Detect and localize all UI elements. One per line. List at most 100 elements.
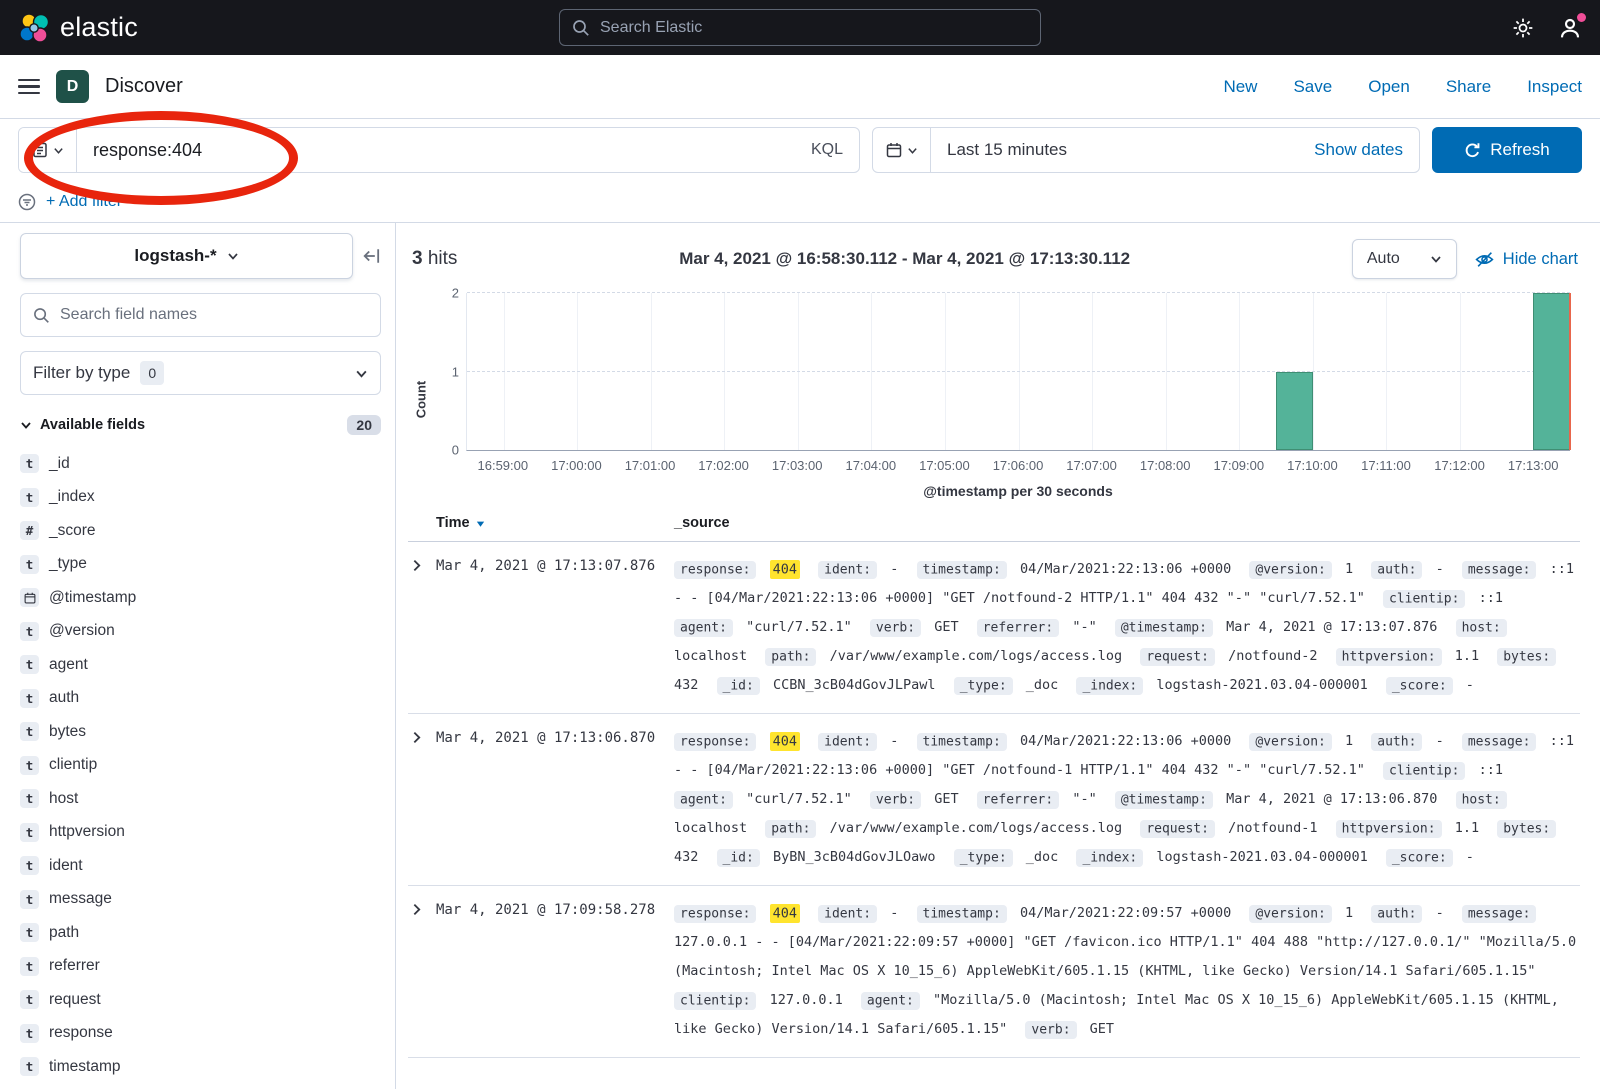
field-item-clientip[interactable]: tclientip [20, 749, 381, 783]
field-item-host[interactable]: thost [20, 782, 381, 816]
field-value: "-" [1072, 619, 1096, 635]
field-value: /var/www/example.com/logs/access.log [830, 648, 1123, 664]
global-search-input[interactable] [600, 19, 1028, 37]
field-name: path [49, 924, 79, 942]
share-button[interactable]: Share [1446, 77, 1491, 97]
interval-select[interactable]: Auto [1352, 239, 1457, 279]
field-item-timestamp[interactable]: ttimestamp [20, 1050, 381, 1084]
global-header: elastic [0, 0, 1600, 55]
inspect-button[interactable]: Inspect [1527, 77, 1582, 97]
query-input[interactable] [77, 140, 795, 161]
table-row: Mar 4, 2021 @ 17:13:07.876response: 404 … [408, 542, 1580, 714]
open-button[interactable]: Open [1368, 77, 1410, 97]
expand-row-icon[interactable] [408, 899, 436, 916]
field-key-chip: referrer: [977, 791, 1059, 809]
refresh-button[interactable]: Refresh [1432, 127, 1582, 173]
field-search-input[interactable] [60, 306, 368, 324]
field-key-chip: agent: [861, 992, 920, 1010]
expand-row-icon[interactable] [408, 727, 436, 744]
available-fields-header[interactable]: Available fields 20 [20, 415, 381, 435]
chevron-down-icon [227, 250, 239, 262]
query-language-button[interactable]: KQL [795, 141, 859, 159]
gridline [871, 293, 872, 450]
y-tick-label: 0 [433, 443, 459, 458]
x-tick-label: 17:00:00 [551, 458, 602, 473]
show-dates-link[interactable]: Show dates [1314, 140, 1419, 160]
refresh-icon [1464, 142, 1481, 159]
collapse-sidebar-icon[interactable] [363, 247, 381, 265]
field-item-_index[interactable]: t_index [20, 481, 381, 515]
add-filter-button[interactable]: + Add filter [46, 193, 122, 211]
top-nav-menu: New Save Open Share Inspect [1223, 77, 1582, 97]
field-item-response[interactable]: tresponse [20, 1017, 381, 1051]
eye-slash-icon [1475, 250, 1494, 269]
field-key-chip: timestamp: [917, 733, 1007, 751]
histogram-bar[interactable] [1276, 372, 1313, 451]
time-range-value[interactable]: Last 15 minutes [931, 140, 1067, 160]
field-item-agent[interactable]: tagent [20, 648, 381, 682]
field-key-chip: _index: [1076, 677, 1143, 695]
field-value: Mar 4, 2021 @ 17:13:06.870 [1226, 791, 1437, 807]
field-item-_score[interactable]: #_score [20, 514, 381, 548]
field-item-@timestamp[interactable]: @timestamp [20, 581, 381, 615]
field-item-httpversion[interactable]: thttpversion [20, 816, 381, 850]
field-key-chip: @version: [1249, 905, 1331, 923]
expand-row-icon[interactable] [408, 555, 436, 572]
field-item-@version[interactable]: t@version [20, 615, 381, 649]
x-tick-label: 17:10:00 [1287, 458, 1338, 473]
field-type-number-icon: # [20, 521, 39, 540]
user-avatar[interactable] [1558, 16, 1582, 40]
x-tick-label: 17:11:00 [1361, 458, 1411, 473]
field-item-_type[interactable]: t_type [20, 548, 381, 582]
field-item-message[interactable]: tmessage [20, 883, 381, 917]
field-key-chip: @timestamp: [1115, 791, 1213, 809]
field-value: 127.0.0.1 - - [04/Mar/2021:22:09:57 +000… [674, 934, 1576, 979]
save-button[interactable]: Save [1293, 77, 1332, 97]
field-item-ident[interactable]: tident [20, 849, 381, 883]
row-time: Mar 4, 2021 @ 17:09:58.278 [436, 899, 674, 918]
field-item-bytes[interactable]: tbytes [20, 715, 381, 749]
field-item-path[interactable]: tpath [20, 916, 381, 950]
field-item-auth[interactable]: tauth [20, 682, 381, 716]
x-axis-ticks: 16:59:0017:00:0017:01:0017:02:0017:03:00… [466, 451, 1570, 475]
saved-queries-button[interactable] [19, 128, 77, 172]
gridline [504, 293, 505, 450]
time-column-header[interactable]: Time [436, 515, 674, 531]
date-picker-calendar-button[interactable] [873, 128, 931, 172]
x-tick-label: 17:05:00 [919, 458, 970, 473]
field-value: localhost [674, 648, 747, 664]
settings-icon[interactable] [1512, 17, 1534, 39]
global-search[interactable] [559, 9, 1041, 46]
field-key-chip: _id: [717, 677, 760, 695]
gridline [1313, 293, 1314, 450]
hide-chart-button[interactable]: Hide chart [1475, 250, 1578, 269]
field-item-request[interactable]: trequest [20, 983, 381, 1017]
current-time-marker [1569, 293, 1571, 450]
field-item-_id[interactable]: t_id [20, 447, 381, 481]
filter-options-icon[interactable] [18, 193, 36, 211]
field-value: ::1 [1479, 590, 1503, 606]
field-value: 1.1 [1455, 648, 1479, 664]
field-value: - [890, 733, 898, 749]
menu-icon[interactable] [18, 79, 40, 95]
field-key-chip: verb: [1025, 1021, 1076, 1039]
gridline [798, 293, 799, 450]
new-button[interactable]: New [1223, 77, 1257, 97]
index-pattern-select[interactable]: logstash-* [20, 233, 353, 279]
filter-by-type-select[interactable]: Filter by type 0 [20, 351, 381, 395]
histogram-bar[interactable] [1533, 293, 1570, 450]
gridline [1239, 293, 1240, 450]
row-time: Mar 4, 2021 @ 17:13:06.870 [436, 727, 674, 746]
field-item-referrer[interactable]: treferrer [20, 950, 381, 984]
field-value: 432 [674, 849, 698, 865]
field-key-chip: _index: [1076, 849, 1143, 867]
field-key-chip: @timestamp: [1115, 619, 1213, 637]
field-value: - [890, 905, 898, 921]
x-tick-label: 17:09:00 [1213, 458, 1264, 473]
field-value: "-" [1072, 791, 1096, 807]
highlighted-value: 404 [770, 732, 800, 751]
field-key-chip: referrer: [977, 619, 1059, 637]
elastic-home-link[interactable]: elastic [18, 12, 138, 44]
field-value: - [1466, 849, 1474, 865]
date-picker: Last 15 minutes Show dates [872, 127, 1420, 173]
